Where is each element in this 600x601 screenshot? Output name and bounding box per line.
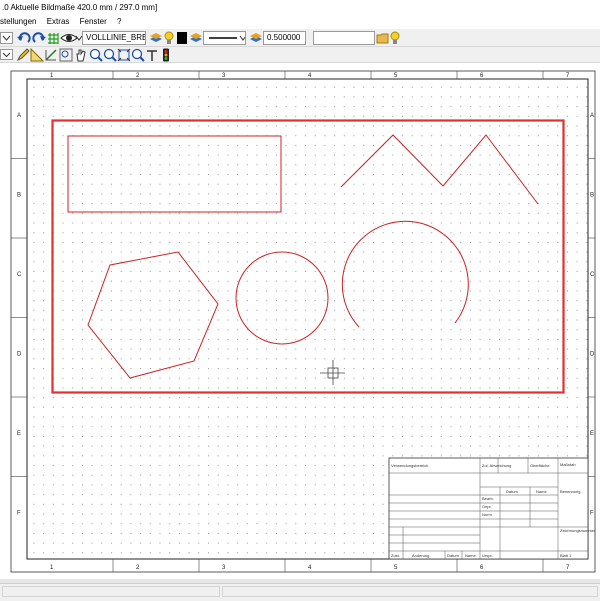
tb-label-surface: Oberfläche [530,463,550,468]
line-type-field[interactable]: VOLLLINIE_BREIT [82,31,146,45]
zoom-in-icon[interactable] [89,48,103,62]
row-label-right: A [590,113,594,119]
pencil-icon[interactable] [16,48,30,62]
tb-label-state: Zust. [391,553,400,558]
menu-bar: stellungen Extras Fenster ? [0,15,600,29]
tb-label-drawing-number: Zeichnungsnummer [560,528,596,533]
layer-icon[interactable] [249,31,263,45]
tb-label-scale: Maßstab [560,462,576,467]
row-label-left: B [17,192,21,198]
drawing-sheet[interactable]: 11223344556677A AB BC CD DE EF F Verwend… [0,63,600,579]
grid-icon[interactable] [46,31,60,45]
bulb-icon[interactable] [389,31,401,45]
menu-window[interactable]: Fenster [80,17,107,26]
dimension-icon[interactable] [44,48,58,62]
zoom-window-icon[interactable] [59,48,73,62]
bulb-icon[interactable] [163,31,175,45]
row-label-right: E [590,431,594,437]
tb-label-name: Name [536,489,547,494]
pan-hand-icon[interactable] [74,48,88,62]
dropdown-chevron-icon[interactable] [0,32,14,44]
text-tool-icon[interactable] [145,48,159,62]
tb-label-change-name: Name [465,553,476,558]
tb-label-title: Benennung [560,489,580,494]
tb-label-date: Datum [506,489,518,494]
color-black-icon[interactable] [176,31,188,45]
title-block: Verwendungsbereich Zul. Abweichung Oberf… [388,457,596,560]
tb-label-origin: Urspr. [482,553,493,558]
status-segment-right [222,586,598,597]
line-width-field[interactable]: 0.500000 [263,31,306,45]
row-label-right: D [590,351,595,357]
tb-label-norm: Norm [482,512,492,517]
row-label-right: B [590,192,594,198]
toolbar-main: VOLLLINIE_BREIT 0.500000 [0,29,600,47]
row-label-left: C [17,272,22,278]
row-label-right: C [590,272,595,278]
text-input-field[interactable] [313,31,375,45]
traffic-light-icon[interactable] [162,48,170,62]
row-label-left: A [17,113,21,119]
status-bar [0,583,600,601]
line-style-select[interactable] [203,31,246,45]
dropdown-chevron-icon[interactable] [0,49,14,61]
tb-label-change-date: Datum [447,553,459,558]
layer-icon[interactable] [189,31,203,45]
zoom-extents-icon[interactable] [117,48,131,62]
toolbar-secondary [0,47,600,63]
window-title: .0 Aktuelle Bildmaße 420.0 mm / 297.0 mm… [0,0,600,15]
tb-label-change: Änderung [412,553,429,558]
row-label-left: D [17,351,22,357]
row-label-right: F [590,510,594,516]
tb-label-tolerance: Zul. Abweichung [482,463,511,468]
tb-label-checked: Gepr. [482,504,492,509]
measure-icon[interactable] [30,48,44,62]
menu-extras[interactable]: Extras [47,17,70,26]
zoom-out-icon[interactable] [103,48,117,62]
menu-settings[interactable]: stellungen [0,17,36,26]
folder-icon[interactable] [376,31,390,45]
tb-label-drawn: Bearb. [482,496,494,501]
status-segment-left [2,586,220,597]
drawing-canvas[interactable]: 11223344556677AABBCCDDEEFF Verwendungsbe… [0,63,600,579]
zoom-all-icon[interactable] [131,48,145,62]
tb-label-usage: Verwendungsbereich [391,463,428,468]
redo-icon[interactable] [32,31,46,45]
undo-icon[interactable] [17,31,31,45]
layer-icon[interactable] [149,31,163,45]
row-label-left: E [17,431,21,437]
row-label-left: F [17,510,21,516]
menu-help[interactable]: ? [117,17,121,26]
tb-label-sheet: Blatt 1 [560,553,572,558]
